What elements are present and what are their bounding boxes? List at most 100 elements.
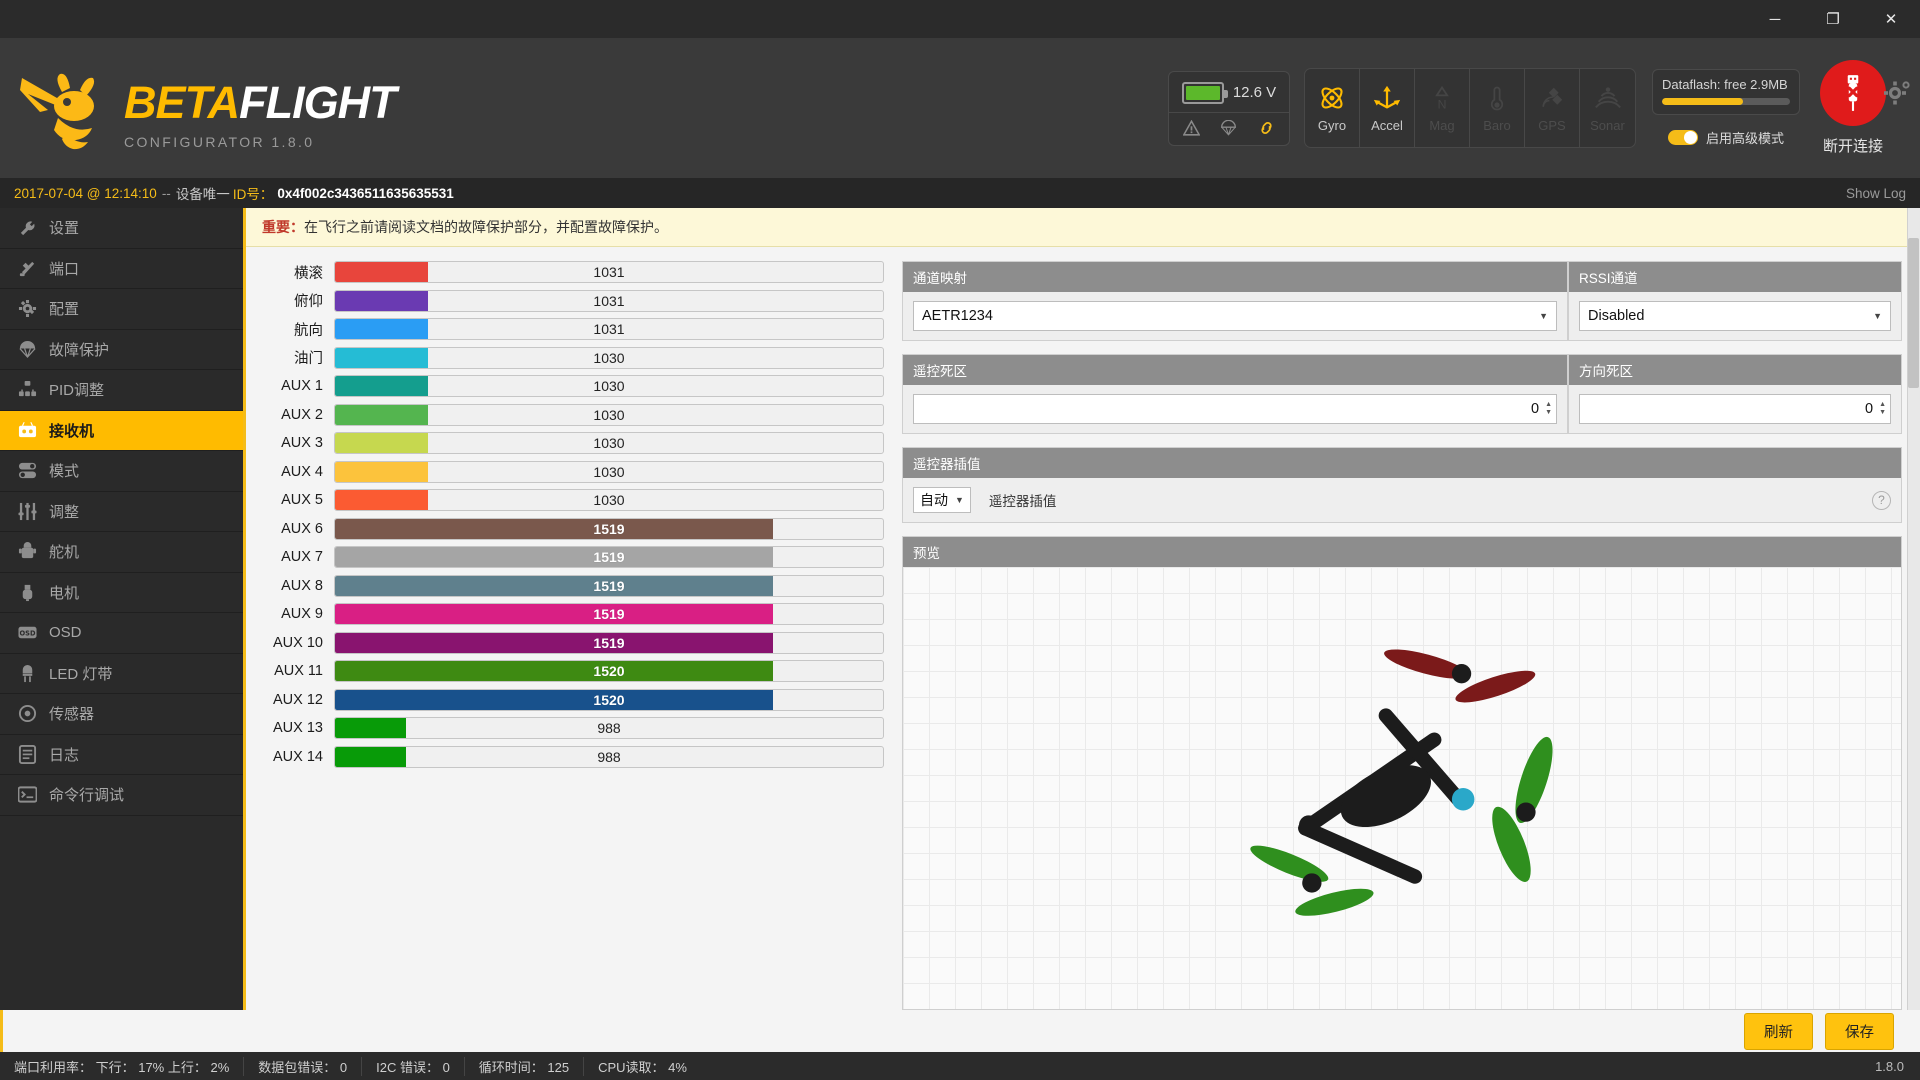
channel-name: AUX 4 <box>281 463 323 480</box>
sidebar-item-15[interactable]: 命令行调试 <box>0 775 243 816</box>
window-close-button[interactable]: ✕ <box>1862 0 1920 38</box>
sidebar-nav: 设置 端口 配置 故障保护 PID调整 接收机 模式 调整舵机电机 OSD OSD LED 灯带 传感… <box>0 208 243 1010</box>
window-maximize-button[interactable]: ❐ <box>1804 0 1862 38</box>
channel-value: 1031 <box>593 264 625 280</box>
sidebar-item-1[interactable]: 设置 <box>0 208 243 249</box>
channel-row: AUX 13 988 <box>264 717 884 739</box>
rc-interpolation-label: 遥控器插值 <box>988 494 1057 509</box>
stepper-icon[interactable]: ▲ ▼ <box>1545 401 1552 416</box>
sidebar-item-14[interactable]: 日志 <box>0 735 243 775</box>
receiver-icon <box>16 421 38 440</box>
connect-column[interactable]: 断开连接 <box>1820 60 1886 156</box>
channel-name: AUX 2 <box>281 406 323 423</box>
channel-bar: 1519 <box>334 631 884 654</box>
battery-icon <box>1181 81 1228 104</box>
motor-icon <box>16 583 38 602</box>
sidebar-item-10[interactable]: 电机 <box>0 573 243 613</box>
sidebar-item-12[interactable]: LED 灯带 <box>0 654 243 694</box>
channel-bar: 1031 <box>334 318 884 340</box>
sensor-gps[interactable]: GPS <box>1525 69 1580 147</box>
sidebar-item-9[interactable]: 舵机 <box>0 532 243 573</box>
sidebar-item-13[interactable]: 传感器 <box>0 694 243 735</box>
preview-panel: 预览 <box>902 536 1902 1010</box>
model-preview-canvas[interactable] <box>903 567 1901 1009</box>
sidebar-item-label: 日志 <box>49 746 80 764</box>
window-minimize-button[interactable]: ─ <box>1746 0 1804 38</box>
status-i2c-error: I2C 错误： 0 <box>362 1056 465 1076</box>
show-log-button[interactable]: Show Log <box>1846 186 1906 201</box>
servo-icon <box>16 542 38 561</box>
stepper-icon[interactable]: ▲ ▼ <box>1879 401 1886 416</box>
channel-name: AUX 9 <box>281 606 323 622</box>
rc-interpolation-value: 自动 <box>920 492 948 508</box>
failsafe-warning: 重要：在飞行之前请阅读文档的故障保护部分，并配置故障保护。 <box>246 208 1920 247</box>
channel-row: AUX 9 1519 <box>264 603 884 625</box>
help-icon[interactable]: ? <box>1872 490 1891 510</box>
app-header: BETAFLIGHT CONFIGURATOR 1.8.0 12.6 V Gyr… <box>0 38 1920 178</box>
sidebar-item-3[interactable]: 配置 <box>0 289 243 330</box>
sidebar-item-4[interactable]: 故障保护 <box>0 330 243 370</box>
sidebar-item-5[interactable]: PID调整 <box>0 370 243 411</box>
channel-row: AUX 10 1519 <box>264 631 884 654</box>
osd-icon: OSD <box>16 623 38 642</box>
preview-title: 预览 <box>903 537 1901 567</box>
content-scrollbar-track[interactable] <box>1907 208 1920 1010</box>
rc-interpolation-select[interactable]: 自动 ▼ <box>913 487 971 513</box>
sensor-mag[interactable]: N Mag <box>1415 69 1470 147</box>
link-icon[interactable] <box>1258 120 1275 136</box>
channel-bar: 1030 <box>334 375 884 397</box>
sensor-gyro[interactable]: Gyro <box>1305 69 1360 147</box>
expert-mode-row[interactable]: 启用高级模式 <box>1667 128 1784 147</box>
yaw-deadband-input[interactable]: 0 ▲ ▼ <box>1579 394 1891 424</box>
sensor-gyro-label: Gyro <box>1317 118 1347 133</box>
settings-gear-icon[interactable] <box>1884 80 1910 106</box>
disconnect-button[interactable] <box>1820 60 1886 126</box>
battery-voltage: 12.6 V <box>1232 84 1277 101</box>
rc-deadband-input[interactable]: 0 ▲ ▼ <box>913 394 1557 424</box>
channel-name: AUX 13 <box>273 720 323 736</box>
rssi-channel-select[interactable]: Disabled ▼ <box>1579 301 1891 331</box>
sensor-sonar[interactable]: Sonar <box>1580 69 1635 147</box>
sidebar-item-label: 舵机 <box>49 544 80 562</box>
sidebar-item-6[interactable]: 接收机 <box>0 410 243 451</box>
yaw-deadband-value: 0 <box>1864 401 1874 417</box>
channel-bar: 1030 <box>334 489 884 511</box>
content-scrollbar-thumb[interactable] <box>1908 238 1919 388</box>
warning-prefix: 重要： <box>262 219 304 235</box>
channel-bar: 1520 <box>334 688 884 711</box>
bee-logo-icon <box>20 73 95 150</box>
parachute-icon[interactable] <box>1220 119 1237 136</box>
cli-icon <box>16 785 38 804</box>
channel-row: AUX 3 1030 <box>264 432 884 454</box>
rssi-channel-panel: RSSI通道 Disabled ▼ <box>1568 261 1902 341</box>
channel-name: AUX 5 <box>281 492 323 508</box>
status-bar: 端口利用率： 下行： 17% 上行： 2% 数据包错误： 0 I2C 错误： 0… <box>0 1052 1920 1080</box>
save-button[interactable]: 保存 <box>1825 1012 1894 1050</box>
channel-bar: 988 <box>334 717 884 739</box>
sidebar-item-2[interactable]: 端口 <box>0 249 243 289</box>
session-timestamp: 2017-07-04 @ 12:14:10 <box>14 185 157 201</box>
refresh-button[interactable]: 刷新 <box>1744 1012 1813 1050</box>
rssi-channel-title: RSSI通道 <box>1569 262 1901 292</box>
channel-bar: 1030 <box>334 403 884 426</box>
channel-map-value: AETR1234 <box>922 308 993 324</box>
yaw-deadband-panel: 方向死区 0 ▲ ▼ <box>1568 354 1902 434</box>
expert-mode-toggle[interactable] <box>1667 130 1698 145</box>
channel-value: 1519 <box>593 634 625 651</box>
sidebar-item-11[interactable]: OSD OSD <box>0 613 243 654</box>
channel-bar: 1030 <box>334 432 884 454</box>
channel-map-select[interactable]: AETR1234 ▼ <box>913 301 1557 331</box>
sensor-baro[interactable]: Baro <box>1470 69 1525 147</box>
channel-bar: 1519 <box>334 517 884 540</box>
rc-deadband-title: 遥控死区 <box>903 355 1567 385</box>
sidebar-item-7[interactable]: 模式 <box>0 451 243 492</box>
wrench-icon <box>16 218 38 237</box>
sensor-accel[interactable]: Accel <box>1360 69 1415 147</box>
sidebar-item-8[interactable]: 调整 <box>0 492 243 532</box>
warning-icon[interactable] <box>1183 119 1201 136</box>
channel-row: 航向 1031 <box>264 318 884 340</box>
device-id-label: ID号： <box>232 187 274 202</box>
channel-name: 航向 <box>294 322 323 339</box>
quadcopter-model <box>1250 649 1553 916</box>
rc-interpolation-panel: 遥控器插值 自动 ▼ 遥控器插值 ? <box>902 447 1902 523</box>
